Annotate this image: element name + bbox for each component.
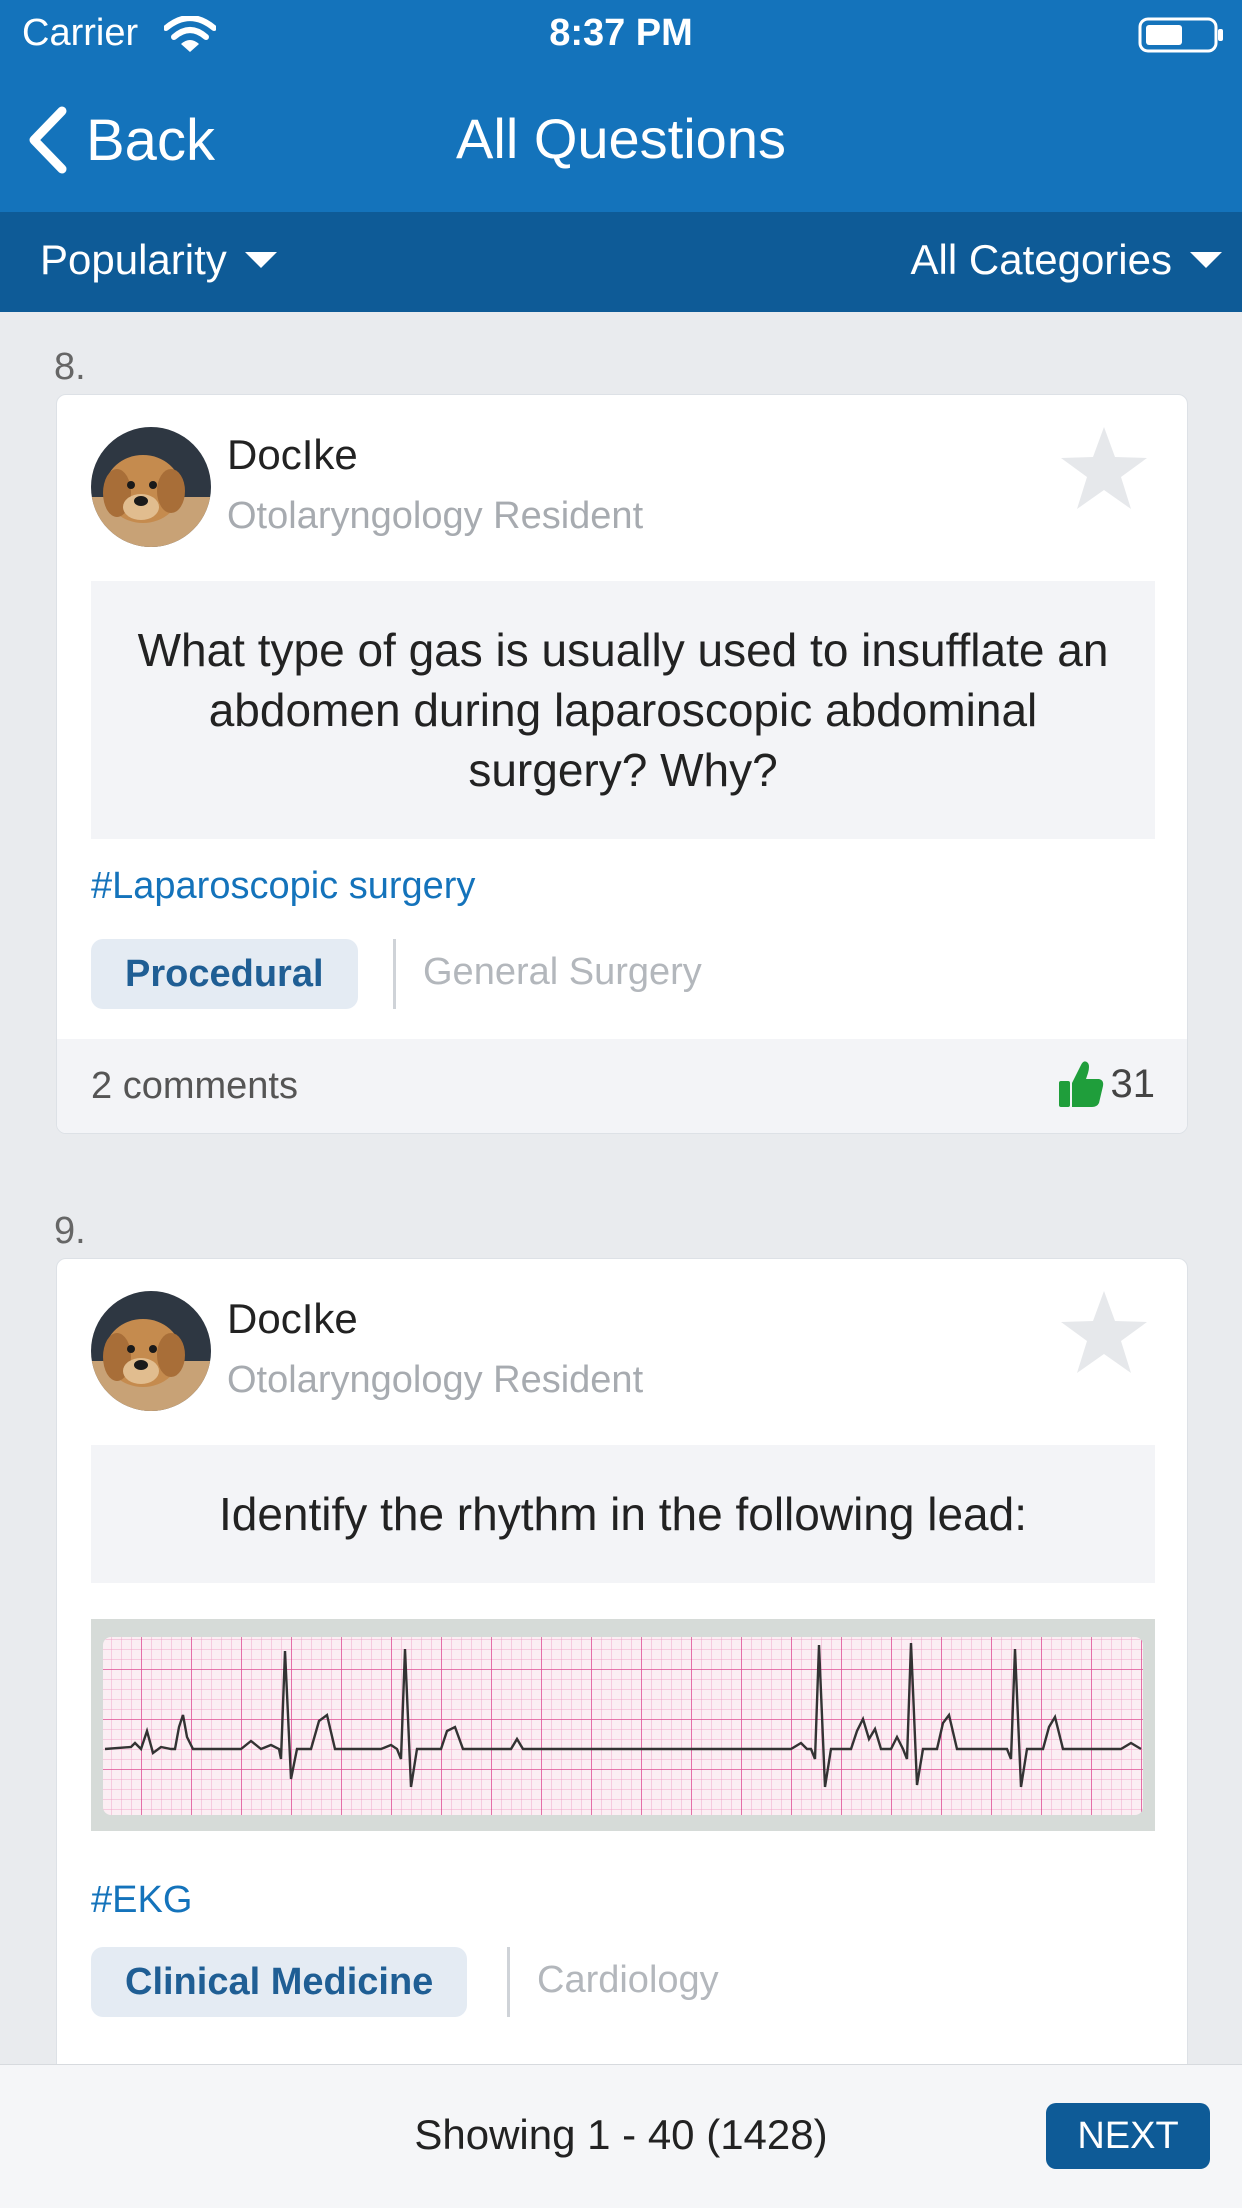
like-button[interactable]: 31 bbox=[1057, 1059, 1156, 1109]
like-count: 31 bbox=[1110, 1061, 1156, 1106]
subcategory-label[interactable]: General Surgery bbox=[423, 951, 702, 994]
nav-bar: Back All Questions bbox=[0, 70, 1242, 212]
caret-down-icon bbox=[244, 252, 277, 268]
avatar[interactable] bbox=[91, 427, 211, 547]
avatar[interactable] bbox=[91, 1291, 211, 1411]
star-icon[interactable] bbox=[1059, 1289, 1149, 1375]
subcategory-label[interactable]: Cardiology bbox=[537, 1959, 719, 2002]
thumbs-up-icon bbox=[1058, 1061, 1103, 1107]
ekg-strip-graphic bbox=[91, 1619, 1155, 1831]
question-number: 9. bbox=[54, 1210, 86, 1252]
tag-divider bbox=[507, 1947, 510, 2017]
sort-dropdown[interactable]: Popularity bbox=[40, 236, 277, 284]
comments-link[interactable]: 2 comments bbox=[91, 1065, 298, 1108]
pagination-bar: Showing 1 - 40 (1428) NEXT bbox=[0, 2064, 1242, 2208]
dog-avatar-image bbox=[91, 427, 211, 547]
caret-down-icon bbox=[1190, 252, 1222, 268]
question-text[interactable]: Identify the rhythm in the following lea… bbox=[91, 1445, 1155, 1583]
sort-label: Popularity bbox=[40, 236, 227, 283]
page-title: All Questions bbox=[456, 107, 786, 170]
status-time: 8:37 PM bbox=[549, 12, 693, 54]
question-card[interactable]: DocIke Otolaryngology Resident What type… bbox=[56, 394, 1188, 1134]
star-icon[interactable] bbox=[1059, 425, 1149, 511]
filter-bar: Popularity All Categories bbox=[0, 212, 1242, 312]
battery-icon bbox=[1138, 17, 1223, 53]
category-pill[interactable]: Clinical Medicine bbox=[91, 1947, 468, 2017]
category-pill[interactable]: Procedural bbox=[91, 939, 358, 1009]
ekg-image[interactable] bbox=[91, 1619, 1155, 1831]
top-bar: Carrier 8:37 PM Back All Questions bbox=[0, 0, 1242, 212]
author-role: Otolaryngology Resident bbox=[227, 1359, 644, 1401]
author-name[interactable]: DocIke bbox=[227, 1295, 358, 1343]
hashtag-link[interactable]: #Laparoscopic surgery bbox=[91, 865, 475, 908]
status-bar: Carrier 8:37 PM bbox=[0, 0, 1242, 70]
card-footer: 2 comments 31 bbox=[57, 1039, 1187, 1133]
hashtag-link[interactable]: #EKG bbox=[91, 1879, 192, 1922]
author-name[interactable]: DocIke bbox=[227, 431, 358, 479]
dog-avatar-image bbox=[91, 1291, 211, 1411]
tag-divider bbox=[393, 939, 396, 1009]
question-card[interactable]: DocIke Otolaryngology Resident Identify … bbox=[56, 1258, 1188, 2118]
question-number: 8. bbox=[54, 346, 86, 388]
question-text[interactable]: What type of gas is usually used to insu… bbox=[91, 581, 1155, 839]
author-role: Otolaryngology Resident bbox=[227, 495, 644, 537]
category-dropdown[interactable]: All Categories bbox=[911, 236, 1222, 284]
category-filter-label: All Categories bbox=[910, 236, 1172, 283]
next-button[interactable]: NEXT bbox=[1046, 2103, 1210, 2169]
